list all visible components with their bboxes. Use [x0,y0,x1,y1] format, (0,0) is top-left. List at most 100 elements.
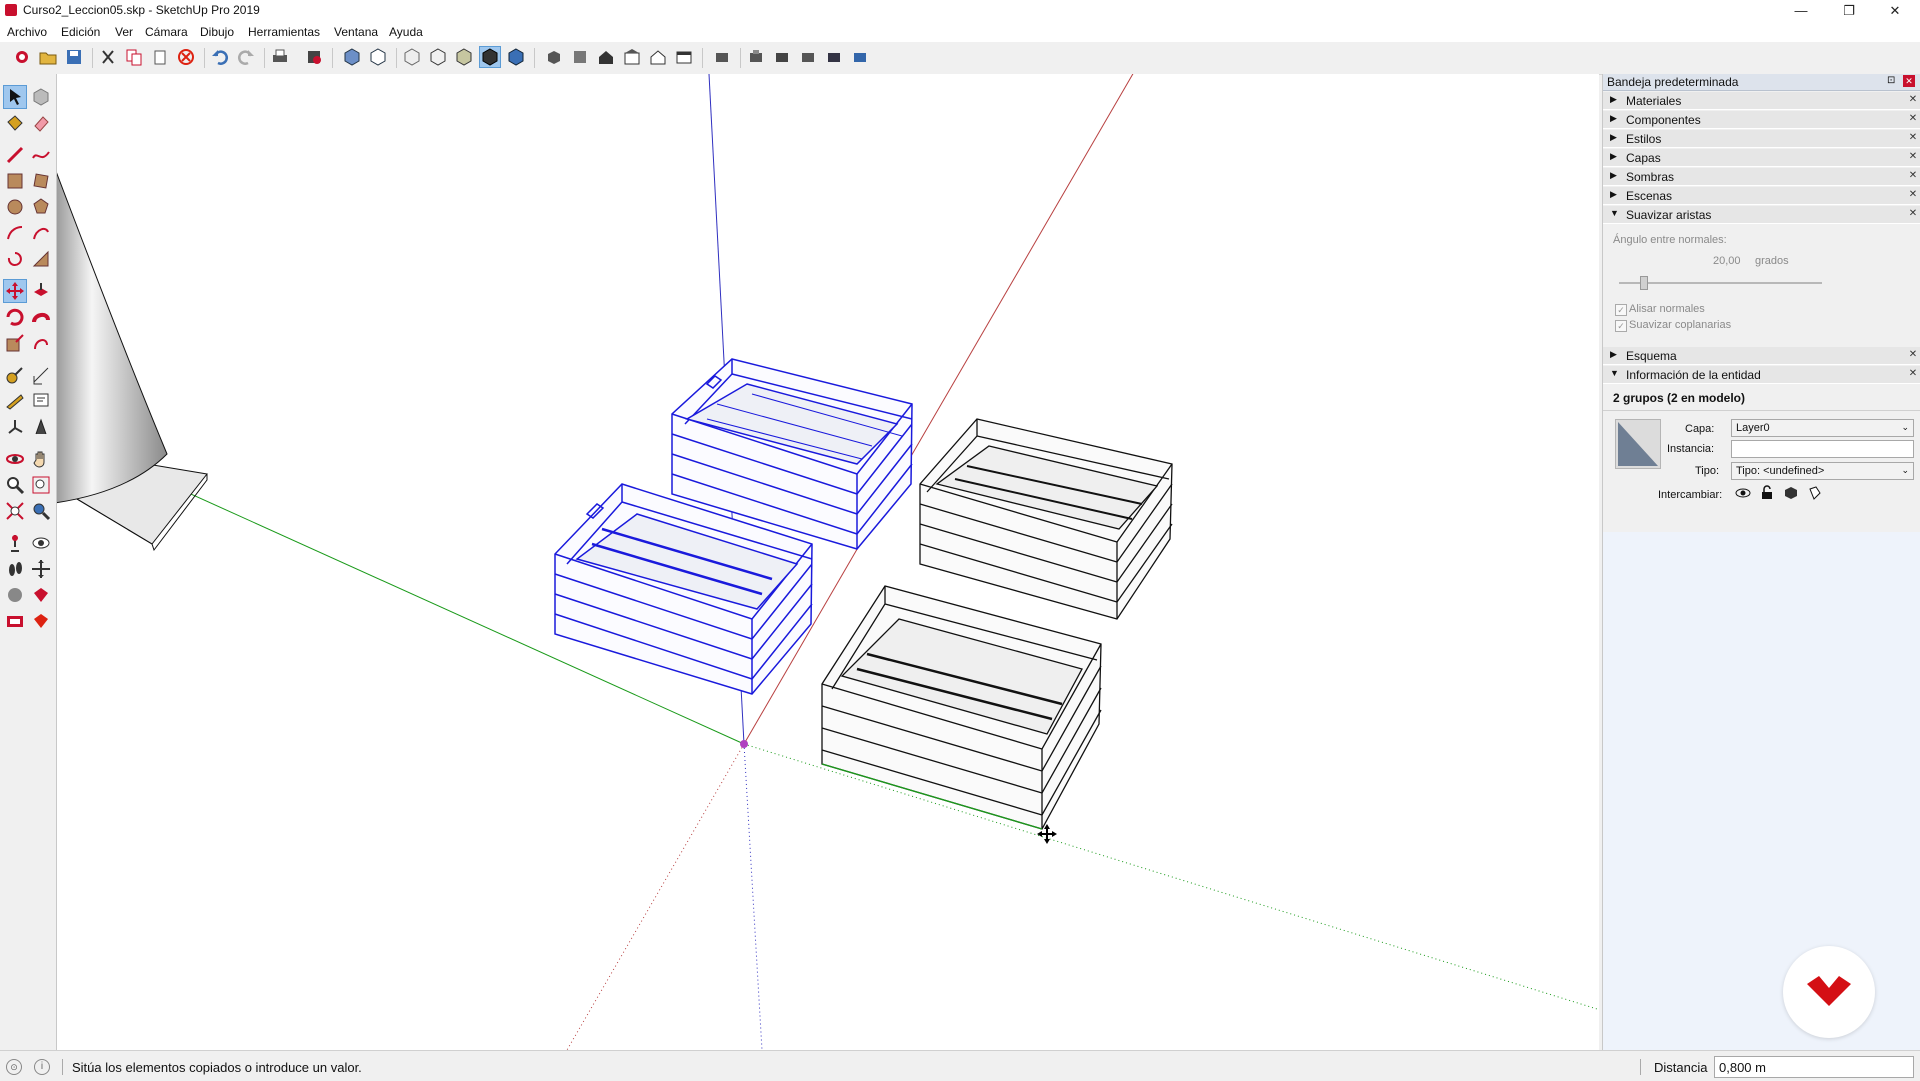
panel-close-icon[interactable]: ✕ [1907,170,1919,182]
share-model-icon[interactable] [746,47,766,67]
panel-componentes[interactable]: ▶ Componentes ✕ [1603,111,1920,129]
look-around-icon[interactable] [30,532,52,554]
rotate-tool-icon[interactable] [4,306,26,328]
model-info-icon[interactable] [304,47,324,67]
panel-close-icon[interactable]: ✕ [1907,349,1919,361]
cast-shadows-icon[interactable] [1807,485,1823,501]
menu-herramientas[interactable]: Herramientas [248,25,320,39]
minimize-button[interactable]: — [1778,0,1824,22]
menu-dibujo[interactable]: Dibujo [200,25,234,39]
menu-ventana[interactable]: Ventana [334,25,378,39]
copy-icon[interactable] [124,47,144,67]
panel-sombras[interactable]: ▶ Sombras ✕ [1603,168,1920,186]
follow-me-icon[interactable] [30,306,52,328]
two-point-arc-icon[interactable] [30,222,52,244]
panel-close-icon[interactable]: ✕ [1907,368,1919,380]
close-window-button[interactable]: ✕ [1872,0,1918,22]
move-tool-icon[interactable] [3,279,27,303]
instancia-input[interactable] [1731,440,1914,458]
panel-materiales[interactable]: ▶ Materiales ✕ [1603,92,1920,110]
delete-icon[interactable] [176,47,196,67]
panel-esquema[interactable]: ▶ Esquema ✕ [1603,347,1920,365]
extension-manager-icon[interactable] [850,47,870,67]
text-tool-icon[interactable] [30,390,52,412]
select-tool-icon[interactable] [3,85,27,109]
protractor-icon[interactable] [4,390,26,412]
wireframe-style-icon[interactable] [428,47,448,67]
shaded-textures-icon[interactable] [506,47,526,67]
visibility-eye-icon[interactable] [1735,485,1751,501]
ruby-console-icon[interactable] [30,584,52,606]
paint-bucket-icon[interactable] [4,112,26,134]
freehand-tool-icon[interactable] [30,144,52,166]
get-models-icon[interactable] [772,47,792,67]
zoom-window-icon[interactable] [30,474,52,496]
left-view-icon[interactable] [674,47,694,67]
pie-tool-icon[interactable] [30,248,52,270]
redo-icon[interactable] [236,47,256,67]
make-component-tool-icon[interactable] [30,86,52,108]
panel-close-icon[interactable]: ✕ [1907,189,1919,201]
capa-dropdown[interactable]: Layer0 ⌄ [1731,419,1914,437]
tipo-dropdown[interactable]: Tipo: <undefined> ⌄ [1731,462,1914,480]
back-view-icon[interactable] [648,47,668,67]
suavizar-coplanarias-checkbox[interactable]: ✓ [1615,320,1627,332]
menu-camara[interactable]: Cámara [145,25,188,39]
extension-tool-icon[interactable] [4,610,26,632]
panel-close-icon[interactable]: ✕ [1907,132,1919,144]
rectangle-tool-icon[interactable] [4,170,26,192]
angle-slider-thumb[interactable] [1640,276,1649,290]
arc-tool-icon[interactable] [4,222,26,244]
geolocation-icon[interactable]: ⊙ [6,1059,22,1075]
measurements-input[interactable]: 0,800 m [1714,1056,1914,1078]
undo-icon[interactable] [210,47,230,67]
3d-viewport[interactable] [57,74,1599,1050]
alisar-normales-checkbox[interactable]: ✓ [1615,304,1627,316]
iso-view-icon[interactable] [544,47,564,67]
zoom-extents-icon[interactable] [4,500,26,522]
info-icon[interactable]: i [34,1059,50,1075]
xray-style-icon[interactable] [402,47,422,67]
scale-tool-icon[interactable] [4,332,26,354]
polygon-tool-icon[interactable] [30,196,52,218]
menu-archivo[interactable]: Archivo [7,25,47,39]
lock-icon[interactable] [1759,485,1775,501]
panel-capas[interactable]: ▶ Capas ✕ [1603,149,1920,167]
open-folder-icon[interactable] [38,47,58,67]
angle-slider-track[interactable] [1619,282,1822,284]
cut-icon[interactable] [98,47,118,67]
eraser-icon[interactable] [30,112,52,134]
entity-material-swatch[interactable] [1615,419,1661,469]
panel-close-icon[interactable]: ✕ [1907,151,1919,163]
print-icon[interactable] [270,47,290,67]
offset-tool-icon[interactable] [30,332,52,354]
dimension-tool-icon[interactable] [30,364,52,386]
push-pull-icon[interactable] [30,280,52,302]
tape-measure-icon[interactable] [4,364,26,386]
warehouse-icon[interactable] [712,47,732,67]
panel-close-icon[interactable]: ✕ [1907,94,1919,106]
panel-informacion-entidad[interactable]: ▼ Información de la entidad ✕ [1603,366,1920,384]
menu-edicion[interactable]: Edición [61,25,100,39]
send-to-layout-icon[interactable] [30,610,52,632]
panel-escenas[interactable]: ▶ Escenas ✕ [1603,187,1920,205]
circle-tool-icon[interactable] [4,196,26,218]
top-view-icon[interactable] [570,47,590,67]
section-plane-icon[interactable] [30,558,52,580]
save-icon[interactable] [64,47,84,67]
front-view-icon[interactable] [596,47,616,67]
menu-ver[interactable]: Ver [115,25,133,39]
walk-tool-icon[interactable] [4,558,26,580]
pan-tool-icon[interactable] [30,448,52,470]
previous-view-icon[interactable] [30,500,52,522]
crate-back-right[interactable] [919,418,1173,620]
receive-shadows-icon[interactable] [1783,485,1799,501]
tray-close-icon[interactable]: ✕ [1903,75,1915,87]
panel-suavizar-aristas[interactable]: ▼ Suavizar aristas ✕ [1603,206,1920,224]
shaded-style-icon[interactable] [479,46,501,68]
new-file-icon[interactable] [12,47,32,67]
right-view-icon[interactable] [622,47,642,67]
crate-front-right[interactable] [821,585,1102,830]
tray-pin-icon[interactable]: ⊡ [1887,75,1895,86]
paste-icon[interactable] [150,47,170,67]
